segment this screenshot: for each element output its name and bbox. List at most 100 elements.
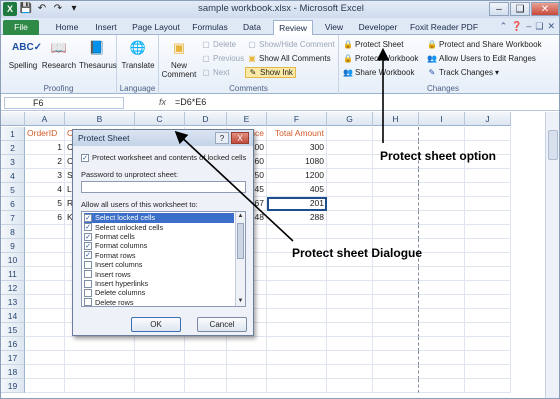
cell-h5[interactable] [373, 183, 419, 197]
column-header-h[interactable]: H [373, 112, 419, 126]
column-header-d[interactable]: D [185, 112, 227, 126]
cell-g14[interactable] [327, 309, 373, 323]
permission-item[interactable]: ✓ Select unlocked cells [84, 222, 234, 232]
cell-a7[interactable]: 6 [25, 211, 65, 225]
row-header-14[interactable]: 14 [1, 309, 25, 323]
protect-and-share-button[interactable]: 🔒 Protect and Share Workbook [427, 39, 542, 50]
allow-users-edit-ranges-button[interactable]: 👥 Allow Users to Edit Ranges [427, 53, 536, 64]
cell-f4[interactable]: 1200 [267, 169, 327, 183]
checkbox-icon[interactable]: ✓ [84, 213, 92, 222]
cell-i12[interactable] [419, 281, 465, 295]
cell-h18[interactable] [373, 365, 419, 379]
cell-g13[interactable] [327, 295, 373, 309]
cell-j18[interactable] [465, 365, 511, 379]
cell-d18[interactable] [185, 365, 227, 379]
permission-item[interactable]: ✓ Format cells [84, 232, 234, 242]
cell-g16[interactable] [327, 337, 373, 351]
cell-f19[interactable] [267, 379, 327, 393]
cell-i15[interactable] [419, 323, 465, 337]
cell-g5[interactable] [327, 183, 373, 197]
cell-j15[interactable] [465, 323, 511, 337]
cell-c16[interactable] [135, 337, 185, 351]
column-header-a[interactable]: A [25, 112, 65, 126]
password-field[interactable] [81, 181, 246, 193]
cell-a15[interactable] [25, 323, 65, 337]
checkbox-icon[interactable]: ✓ [84, 232, 92, 241]
row-header-8[interactable]: 8 [1, 225, 25, 239]
cell-g1[interactable] [327, 127, 373, 141]
cell-i14[interactable] [419, 309, 465, 323]
cell-i11[interactable] [419, 267, 465, 281]
cell-j6[interactable] [465, 197, 511, 211]
permission-item[interactable]: Delete columns [84, 288, 234, 298]
tab-formulas[interactable]: Formulas [187, 20, 233, 35]
cell-c17[interactable] [135, 351, 185, 365]
cell-h16[interactable] [373, 337, 419, 351]
cell-a10[interactable] [25, 253, 65, 267]
checkbox-icon[interactable] [84, 270, 92, 279]
row-header-5[interactable]: 5 [1, 183, 25, 197]
cell-a9[interactable] [25, 239, 65, 253]
cell-f7[interactable]: 288 [267, 211, 327, 225]
cell-j17[interactable] [465, 351, 511, 365]
cell-j14[interactable] [465, 309, 511, 323]
cell-i4[interactable] [419, 169, 465, 183]
cell-a8[interactable] [25, 225, 65, 239]
cell-j4[interactable] [465, 169, 511, 183]
research-button[interactable]: 📖 Research [41, 37, 77, 70]
cell-d16[interactable] [185, 337, 227, 351]
help-icon[interactable]: ❓ [511, 21, 522, 32]
cell-h8[interactable] [373, 225, 419, 239]
cell-g8[interactable] [327, 225, 373, 239]
cell-a14[interactable] [25, 309, 65, 323]
cell-j8[interactable] [465, 225, 511, 239]
permission-item[interactable]: ✓ Select locked cells [84, 213, 234, 223]
cell-f16[interactable] [267, 337, 327, 351]
cell-j1[interactable] [465, 127, 511, 141]
scrollbar-thumb[interactable] [548, 130, 558, 160]
close-icon[interactable]: ✕ [531, 2, 559, 16]
cell-g15[interactable] [327, 323, 373, 337]
row-header-4[interactable]: 4 [1, 169, 25, 183]
cell-h4[interactable] [373, 169, 419, 183]
cell-g7[interactable] [327, 211, 373, 225]
cell-a4[interactable]: 3 [25, 169, 65, 183]
tab-insert[interactable]: Insert [89, 20, 123, 35]
cell-h6[interactable] [373, 197, 419, 211]
cell-j13[interactable] [465, 295, 511, 309]
cell-f15[interactable] [267, 323, 327, 337]
cell-b19[interactable] [65, 379, 135, 393]
permission-item[interactable]: Delete rows [84, 298, 234, 306]
show-hide-comment-button[interactable]: ▢ Show/Hide Comment [247, 39, 334, 50]
cell-g11[interactable] [327, 267, 373, 281]
checkbox-icon[interactable] [84, 298, 92, 306]
cell-i16[interactable] [419, 337, 465, 351]
cell-i9[interactable] [419, 239, 465, 253]
permission-item[interactable]: Insert hyperlinks [84, 279, 234, 289]
checkbox-icon[interactable] [84, 260, 92, 269]
row-header-18[interactable]: 18 [1, 365, 25, 379]
cell-c18[interactable] [135, 365, 185, 379]
column-header-g[interactable]: G [327, 112, 373, 126]
cell-b17[interactable] [65, 351, 135, 365]
cell-d19[interactable] [185, 379, 227, 393]
translate-button[interactable]: 🌐 Translate [120, 37, 156, 70]
permission-item[interactable]: ✓ Format columns [84, 241, 234, 251]
cell-j5[interactable] [465, 183, 511, 197]
protect-contents-checkbox[interactable]: ✓ Protect worksheet and contents of lock… [81, 153, 246, 162]
cell-g12[interactable] [327, 281, 373, 295]
cell-d17[interactable] [185, 351, 227, 365]
scroll-down-icon[interactable]: ▼ [236, 297, 245, 306]
minimize-ribbon-icon[interactable]: ⌃ [500, 21, 508, 32]
name-box[interactable]: F6 [4, 97, 124, 109]
cell-a6[interactable]: 5 [25, 197, 65, 211]
cell-f8[interactable] [267, 225, 327, 239]
column-header-f[interactable]: F [267, 112, 327, 126]
row-header-13[interactable]: 13 [1, 295, 25, 309]
cell-g18[interactable] [327, 365, 373, 379]
cell-e19[interactable] [227, 379, 267, 393]
minimize-icon[interactable]: – [489, 2, 509, 16]
next-comment-button[interactable]: ▢ Next [201, 67, 229, 78]
column-header-i[interactable]: I [419, 112, 465, 126]
cell-i18[interactable] [419, 365, 465, 379]
